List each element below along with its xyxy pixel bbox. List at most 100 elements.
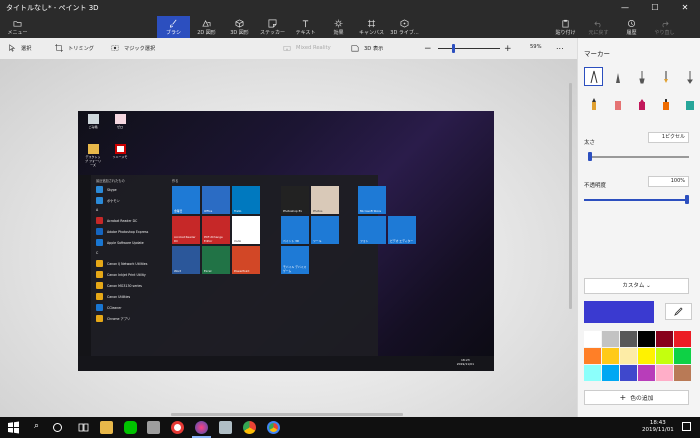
vertical-scrollbar[interactable]	[569, 83, 572, 309]
palette-swatch[interactable]	[674, 365, 691, 381]
palette-swatch[interactable]	[620, 331, 637, 347]
crop-button[interactable]: トリミング	[55, 44, 94, 52]
paint3d-taskbar-icon[interactable]	[195, 421, 208, 434]
horizontal-scrollbar[interactable]	[171, 413, 403, 416]
palette-swatch[interactable]	[656, 365, 673, 381]
select-button[interactable]: 選択	[8, 44, 31, 52]
start-app[interactable]: Canon MG3130 series	[96, 282, 142, 289]
brush-oil[interactable]	[632, 67, 651, 86]
brush-pixel-pen[interactable]	[680, 67, 699, 86]
tile-trello[interactable]: Trello	[232, 186, 260, 214]
start-app[interactable]: Skype	[96, 186, 117, 193]
palette-swatch[interactable]	[584, 331, 601, 347]
tool-3d-shapes[interactable]: 3D 図形	[223, 16, 256, 38]
palette-swatch[interactable]	[674, 331, 691, 347]
paste-button[interactable]: 貼り付け	[549, 16, 582, 38]
start-letter[interactable]: A	[96, 208, 98, 212]
mixed-reality-button[interactable]: Mixed Reality	[283, 44, 331, 52]
brush-fill[interactable]	[680, 94, 699, 113]
file-explorer-icon[interactable]	[100, 421, 113, 434]
brush-spray[interactable]	[656, 94, 675, 113]
tool-2d-shapes[interactable]: 2D 図形	[190, 16, 223, 38]
app-icon[interactable]	[147, 421, 160, 434]
history-button[interactable]: 履歴	[615, 16, 648, 38]
tile-office[interactable]: Office	[202, 186, 230, 214]
maximize-button[interactable]: ☐	[640, 0, 670, 16]
start-app[interactable]: Apple Software Update	[96, 239, 144, 246]
palette-swatch[interactable]	[674, 348, 691, 364]
start-letter[interactable]: C	[96, 251, 98, 255]
tile-photos-live[interactable]: Photos	[311, 186, 339, 214]
palette-swatch[interactable]	[584, 365, 601, 381]
eyedropper-button[interactable]	[665, 303, 692, 320]
start-app[interactable]: Canon Utilities	[96, 293, 130, 300]
chrome-app-icon[interactable]	[267, 421, 280, 434]
start-app[interactable]: ポケモン	[96, 197, 120, 204]
task-view-icon[interactable]	[77, 421, 90, 434]
palette-swatch[interactable]	[584, 348, 601, 364]
palette-swatch[interactable]	[656, 348, 673, 364]
palette-swatch[interactable]	[656, 331, 673, 347]
tool-stickers[interactable]: ステッカー	[256, 16, 289, 38]
thickness-slider[interactable]	[588, 156, 689, 158]
cortana-icon[interactable]	[53, 423, 62, 432]
start-app[interactable]: Canon Inkjet Print Utility	[96, 271, 146, 278]
opacity-input[interactable]: 100%	[648, 176, 689, 187]
start-app[interactable]: Acrobat Reader DC	[96, 217, 137, 224]
start-app[interactable]: Adobe Photoshop Express	[96, 228, 148, 235]
zoom-in-icon[interactable]: +	[504, 44, 514, 54]
tile-video-editor[interactable]: ビデオ エディター	[388, 216, 416, 244]
thickness-thumb[interactable]	[588, 152, 592, 161]
zoom-thumb[interactable]	[452, 44, 455, 53]
tile-photoshop-ex[interactable]: Photoshop Ex	[281, 186, 309, 214]
app-ring-icon[interactable]	[171, 421, 184, 434]
palette-swatch[interactable]	[620, 365, 637, 381]
brush-eraser[interactable]	[608, 94, 627, 113]
palette-swatch[interactable]	[620, 348, 637, 364]
taskbar-clock[interactable]: 18:43 2019/11/01	[642, 420, 674, 434]
zoom-out-icon[interactable]: −	[424, 44, 434, 54]
tool-text[interactable]: テキスト	[289, 16, 322, 38]
tool-3d-library[interactable]: 3D ライブ...	[388, 16, 421, 38]
tile-tools[interactable]: ツール	[311, 216, 339, 244]
brush-marker[interactable]	[584, 67, 603, 86]
canvas-area[interactable]: ごみ箱 ゼロ デスクトップ フォーリーズ ソニーメモ 最近追加されたもの Sky…	[0, 59, 577, 417]
tile-calendar[interactable]: 金曜日	[172, 186, 200, 214]
tile-word[interactable]: Word	[172, 246, 200, 274]
palette-swatch[interactable]	[638, 348, 655, 364]
palette-swatch[interactable]	[602, 348, 619, 364]
tile-store[interactable]: Microsoft Store	[358, 186, 386, 214]
palette-swatch[interactable]	[602, 365, 619, 381]
tile-acrobat[interactable]: Acrobat Reader DC	[172, 216, 200, 244]
brush-watercolor[interactable]	[656, 67, 675, 86]
opacity-thumb[interactable]	[685, 195, 689, 204]
chrome-icon[interactable]	[243, 421, 256, 434]
opacity-slider[interactable]	[584, 199, 687, 201]
tile-paint3d[interactable]: ペイント 3D	[281, 216, 309, 244]
redo-button[interactable]: やり直し	[648, 16, 681, 38]
more-button[interactable]: ...	[556, 42, 564, 51]
tool-brush[interactable]: ブラシ	[157, 16, 190, 38]
search-button[interactable]: ⌕	[30, 421, 43, 434]
menu-button[interactable]: メニュー	[0, 16, 35, 38]
brush-calligraphy[interactable]	[608, 67, 627, 86]
tool-canvas[interactable]: キャンバス	[355, 16, 388, 38]
notification-icon[interactable]	[682, 422, 691, 431]
line-icon[interactable]	[124, 421, 137, 434]
minimize-button[interactable]: —	[610, 0, 640, 16]
tile-mobile-game[interactable]: モバイル デバイス ゲーム	[281, 246, 309, 274]
palette-swatch[interactable]	[602, 331, 619, 347]
thickness-input[interactable]: 1ピクセル	[648, 132, 689, 143]
app-icon-2[interactable]	[219, 421, 232, 434]
3d-view-toggle[interactable]: 3D 表示	[351, 44, 383, 52]
start-app[interactable]: Chrome アプリ	[96, 315, 130, 322]
tile-excel[interactable]: Excel	[202, 246, 230, 274]
palette-swatch[interactable]	[638, 331, 655, 347]
undo-button[interactable]: 元に戻す	[582, 16, 615, 38]
color-mode-dropdown[interactable]: カスタム ⌄	[584, 278, 689, 294]
brush-pencil[interactable]	[584, 94, 603, 113]
tool-effects[interactable]: 効果	[322, 16, 355, 38]
start-app[interactable]: Canon IJ Network Utilities	[96, 260, 147, 267]
start-button[interactable]	[7, 421, 20, 434]
brush-crayon[interactable]	[632, 94, 651, 113]
